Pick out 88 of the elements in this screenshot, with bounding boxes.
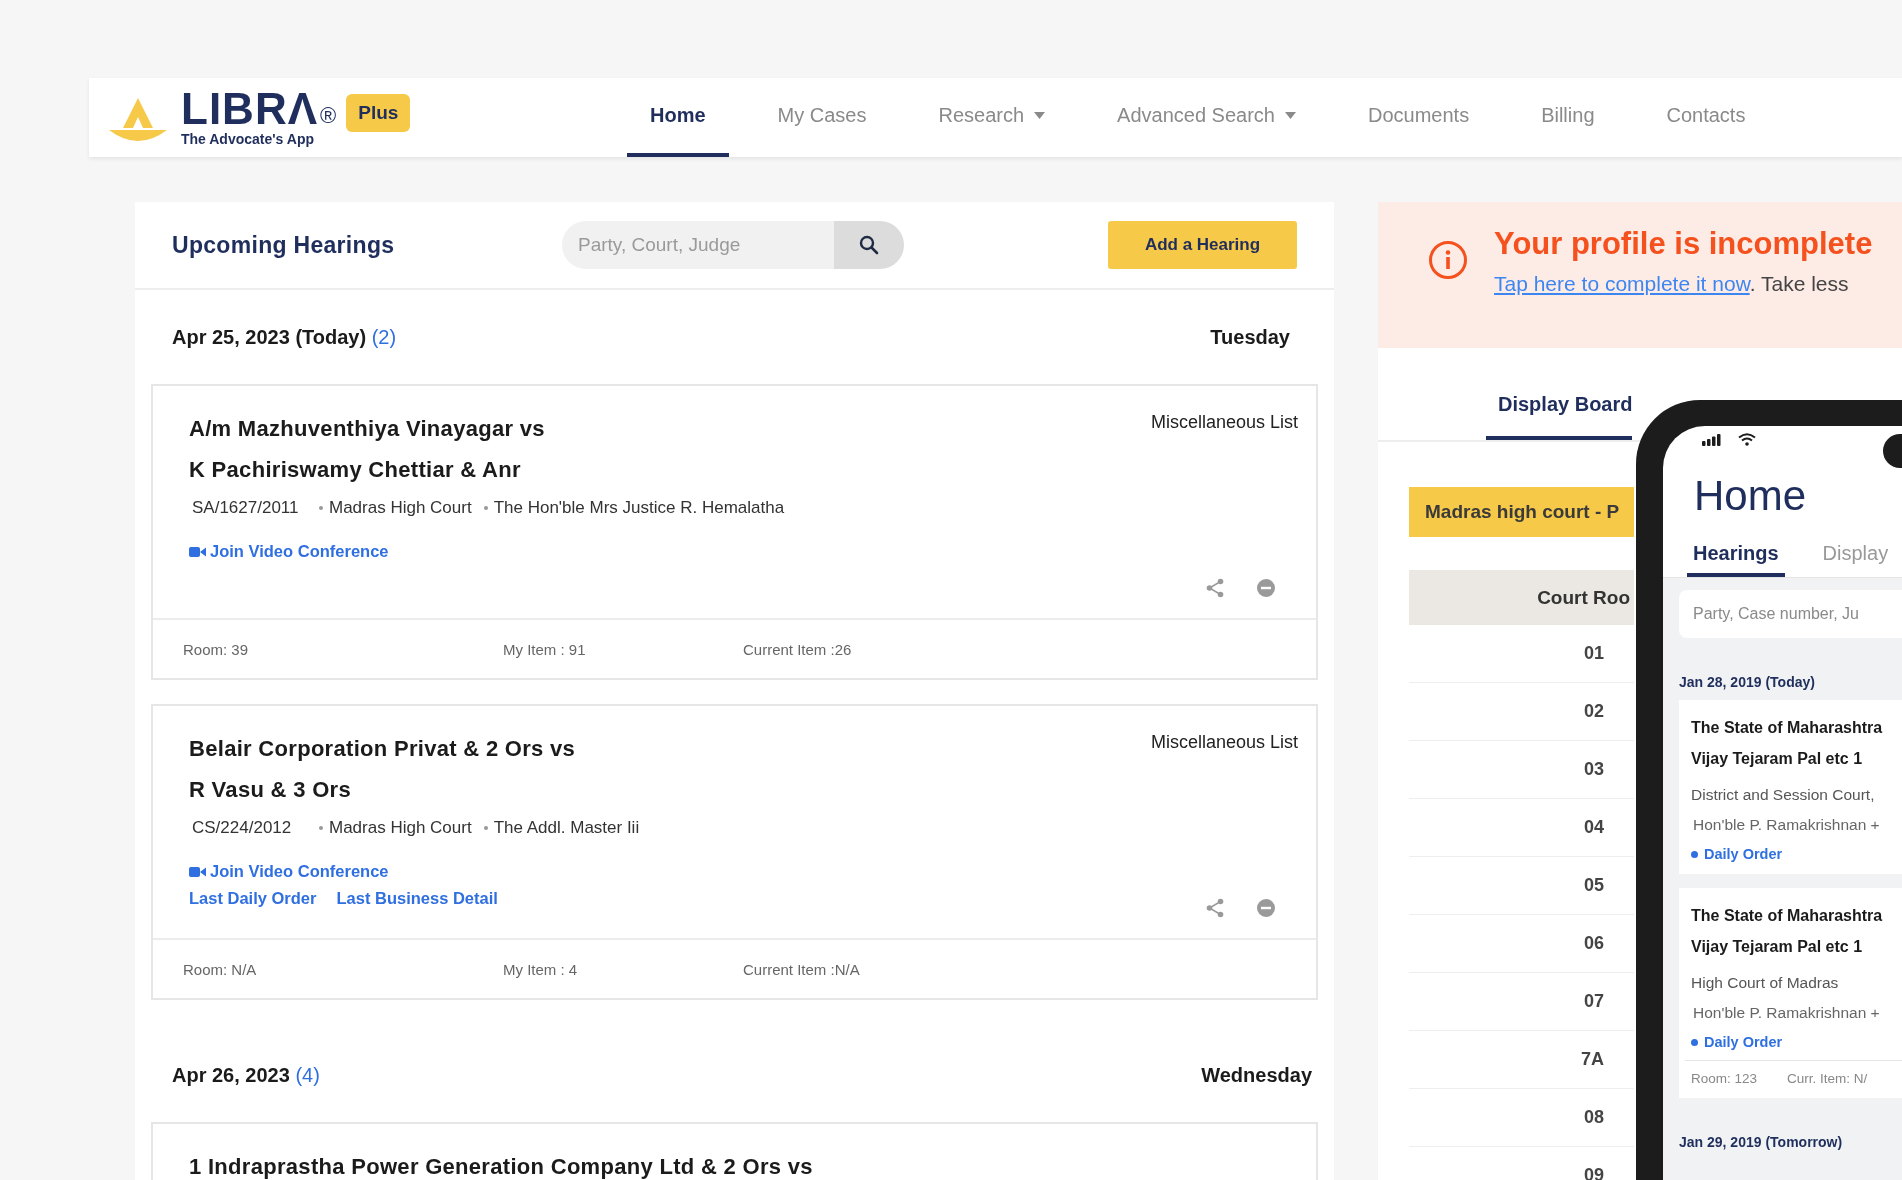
video-camera-icon <box>189 545 206 558</box>
room-number: Room: N/A <box>183 960 258 978</box>
table-cell: 08 <box>1409 1089 1634 1147</box>
complete-profile-link[interactable]: Tap here to complete it now <box>1494 272 1750 295</box>
court-name: District and Session Court, <box>1691 786 1876 804</box>
nav-tab[interactable]: Billing <box>1518 78 1618 157</box>
screen-tab[interactable]: Display <box>1816 542 1895 577</box>
wifi-icon <box>1738 433 1756 446</box>
plan-badge: Plus <box>346 93 411 132</box>
table-cell: 07 <box>1409 973 1634 1031</box>
board-tab[interactable]: Display Board <box>1486 393 1633 440</box>
room-number: Room: 39 <box>183 640 250 658</box>
remove-icon[interactable] <box>1256 898 1276 918</box>
current-item: Current Item :N/A <box>743 960 861 978</box>
join-video-link[interactable]: Join Video Conference <box>189 862 498 881</box>
table-cell: 02 <box>1409 683 1634 741</box>
my-item: My Item : 91 <box>503 640 587 658</box>
case-title: A/m Mazhuventhiya Vinayagar vs K Pachiriswamy Chettiar & Anr <box>189 415 545 484</box>
table-cell: 05 <box>1409 857 1634 915</box>
case-title: 1 Indraprastha Power Generation Company Ltd & 2 Ors vs <box>189 1153 813 1180</box>
search-field[interactable]: Party, Case number, Ju <box>1679 590 1902 638</box>
table-cell: 7A <box>1409 1031 1634 1089</box>
logo-wordmark: LIBRΛ <box>181 88 318 129</box>
case-number: SA/1627/2011 <box>192 498 300 518</box>
screen-title: Home <box>1693 472 1808 520</box>
join-video-link[interactable]: Join Video Conference <box>189 542 389 561</box>
bullet-icon <box>319 826 323 830</box>
hearing-date: Apr 26, 2023 <box>172 1063 290 1086</box>
nav-tab[interactable]: Documents <box>1345 78 1493 157</box>
banner-message: Tap here to complete it now. Take less <box>1494 272 1850 296</box>
current-item: Current Item :26 <box>743 640 853 658</box>
share-icon[interactable] <box>1206 898 1224 918</box>
panel-title: Upcoming Hearings <box>172 231 396 259</box>
hearing-date: Apr 25, 2023 (Today) <box>172 325 367 348</box>
banner-title: Your profile is incomplete <box>1494 226 1873 262</box>
nav-tab[interactable]: Contacts <box>1643 78 1769 157</box>
nav-tab[interactable]: Advanced Search <box>1094 78 1319 157</box>
nav-tab[interactable]: Research <box>915 78 1069 157</box>
table-cell: 01 <box>1409 625 1634 683</box>
daily-order-link[interactable]: Daily Order <box>1691 846 1783 862</box>
bullet-icon <box>1691 850 1698 858</box>
info-icon <box>1428 240 1468 280</box>
court-name: Madras High Court <box>329 498 472 518</box>
table-cell: 06 <box>1409 915 1634 973</box>
weekday: Tuesday <box>1210 325 1290 349</box>
search-button[interactable] <box>834 221 904 269</box>
share-icon[interactable] <box>1206 578 1224 598</box>
court-name: High Court of Madras <box>1691 974 1840 992</box>
video-camera-icon <box>189 865 206 878</box>
registered-mark: ® <box>320 102 337 129</box>
document-link[interactable]: Last Daily Order <box>189 889 317 908</box>
signal-icon <box>1702 434 1722 446</box>
nav-tab[interactable]: My Cases <box>754 78 890 157</box>
judge-name: Hon'ble P. Ramakrishnan + <box>1692 816 1881 834</box>
table-cell: 04 <box>1409 799 1634 857</box>
column-header: Court Roo <box>1409 570 1634 625</box>
search-icon <box>859 235 879 255</box>
case-title: The State of Maharashtra Vijay Tejaram Pal etc 1 <box>1691 718 1884 769</box>
judge-name: The Addl. Master Iii <box>493 818 640 838</box>
hearing-count[interactable]: (2) <box>371 325 397 348</box>
hearing-date: Jan 28, 2019 (Today) <box>1679 674 1816 690</box>
list-type: Miscellaneous List <box>1150 412 1298 434</box>
remove-icon[interactable] <box>1256 578 1276 598</box>
court-name: Madras High Court <box>329 818 472 838</box>
case-title: Belair Corporation Privat & 2 Ors vs R Vasu & 3 Ors <box>189 735 576 804</box>
bullet-icon <box>483 506 488 510</box>
judge-name: The Hon'ble Mrs Justice R. Hemalatha <box>493 498 785 518</box>
room-number: Room: 123 <box>1691 1071 1758 1086</box>
hearing-count[interactable]: (4) <box>295 1063 320 1086</box>
bullet-icon <box>1691 1038 1698 1046</box>
bullet-icon <box>483 826 488 830</box>
case-number: CS/224/2012 <box>192 818 293 838</box>
logo-tagline: The Advocate's App <box>181 130 315 147</box>
judge-name: Hon'ble P. Ramakrishnan + <box>1692 1004 1881 1022</box>
hearing-date: Jan 29, 2019 (Tomorrow) <box>1679 1134 1844 1150</box>
bullet-icon <box>319 506 323 510</box>
search-field[interactable]: Party, Court, Judge <box>562 221 834 269</box>
weekday: Wednesday <box>1201 1063 1312 1087</box>
daily-order-link[interactable]: Daily Order <box>1691 1034 1783 1050</box>
current-item: Curr. Item: N/ <box>1787 1071 1868 1086</box>
list-type: Miscellaneous List <box>1150 732 1298 754</box>
table-cell: 03 <box>1409 741 1634 799</box>
document-link[interactable]: Last Business Detail <box>336 889 498 908</box>
court-label: Madras high court - P <box>1409 487 1634 537</box>
nav-tab[interactable]: Home <box>627 78 729 157</box>
add-hearing-button[interactable]: Add a Hearing <box>1108 221 1297 269</box>
my-item: My Item : 4 <box>503 960 579 978</box>
case-title: The State of Maharashtra Vijay Tejaram Pal etc 1 <box>1691 906 1884 957</box>
